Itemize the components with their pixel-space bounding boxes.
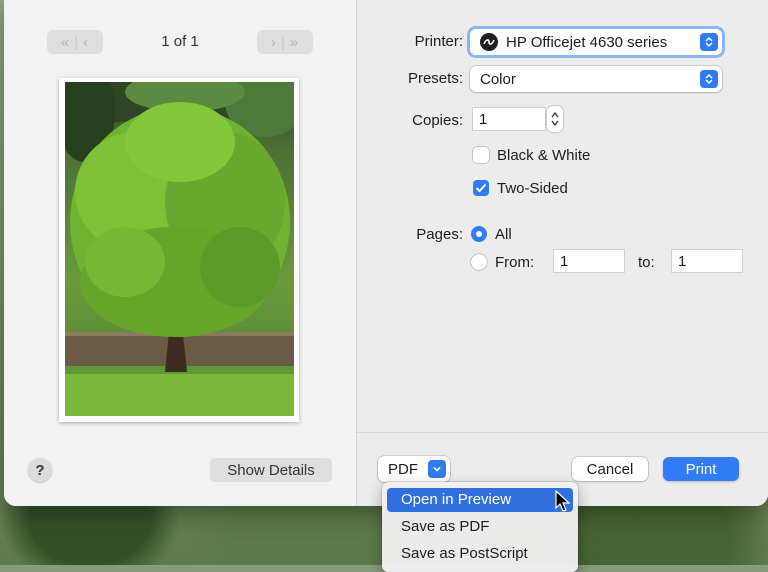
last-page-icon[interactable]: » (290, 34, 299, 51)
pages-from-label: From: (495, 254, 535, 271)
printer-status-icon (480, 33, 498, 51)
mouse-pointer-icon (555, 490, 571, 512)
pdf-label: PDF (388, 460, 418, 478)
copies-label: Copies: (412, 112, 463, 129)
printer-popup[interactable]: HP Officejet 4630 series (470, 29, 722, 55)
presets-label: Presets: (407, 70, 463, 87)
printer-label: Printer: (414, 33, 463, 50)
next-page-icon[interactable]: › (271, 34, 277, 51)
updown-chevron-icon (700, 33, 718, 51)
pages-from-field[interactable] (553, 249, 625, 273)
presets-value: Color (480, 70, 516, 88)
page-preview (59, 78, 299, 422)
show-details-button[interactable]: Show Details (210, 458, 332, 482)
black-white-checkbox[interactable] (473, 147, 489, 163)
checkmark-icon (475, 183, 487, 193)
two-sided-label: Two-Sided (497, 180, 568, 197)
copies-stepper[interactable] (547, 106, 563, 132)
menu-item-save-as-pdf[interactable]: Save as PDF (387, 515, 573, 539)
pages-range-radio[interactable] (471, 254, 487, 270)
tree-photo (65, 82, 294, 416)
pages-label: Pages: (416, 226, 463, 243)
pdf-menu-button[interactable]: PDF (378, 456, 450, 482)
first-page-icon[interactable]: « (61, 34, 70, 51)
page-counter: 1 of 1 (161, 33, 199, 50)
previous-page-buttons[interactable]: « | ‹ (47, 30, 103, 54)
pages-all-label: All (495, 226, 512, 243)
printer-value: HP Officejet 4630 series (506, 33, 668, 51)
preview-pane: « | ‹ 1 of 1 › | » ? Show Details (4, 0, 357, 506)
stepper-up-icon[interactable] (551, 112, 559, 118)
pages-to-label: to: (638, 254, 655, 271)
next-page-buttons[interactable]: › | » (257, 30, 313, 54)
pages-to-field[interactable] (671, 249, 743, 273)
stepper-down-icon[interactable] (551, 120, 559, 126)
pages-all-radio[interactable] (471, 226, 487, 242)
menu-item-save-as-postscript[interactable]: Save as PostScript (387, 542, 573, 566)
previous-page-icon[interactable]: ‹ (83, 34, 89, 51)
menu-item-open-in-preview[interactable]: Open in Preview (387, 488, 573, 512)
updown-chevron-icon (700, 70, 718, 88)
pdf-dropdown-menu: Open in Preview Save as PDF Save as Post… (382, 482, 578, 572)
black-white-label: Black & White (497, 147, 591, 164)
cancel-button[interactable]: Cancel (572, 457, 648, 481)
chevron-down-icon (428, 460, 446, 478)
copies-field[interactable] (472, 107, 546, 131)
help-button[interactable]: ? (28, 458, 52, 482)
print-button[interactable]: Print (663, 457, 739, 481)
two-sided-checkbox[interactable] (473, 180, 489, 196)
presets-popup[interactable]: Color (470, 66, 722, 92)
